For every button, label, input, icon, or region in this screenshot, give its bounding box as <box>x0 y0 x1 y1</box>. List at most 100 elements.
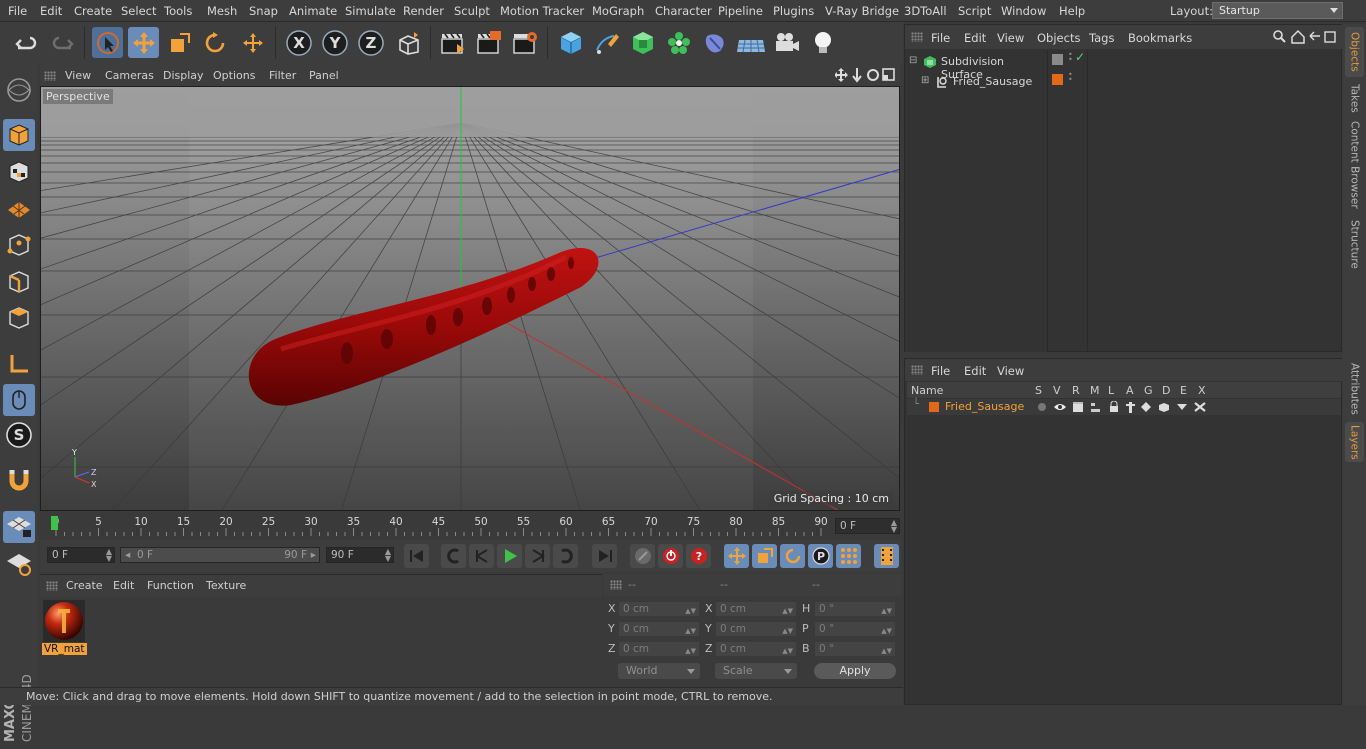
key-parameter-button[interactable]: P <box>808 544 833 568</box>
pos-x-field[interactable]: 0 cm ▲▼ <box>618 601 700 617</box>
coordinate-system-button[interactable] <box>393 27 424 58</box>
viewport-menu-options[interactable]: Options <box>213 69 255 82</box>
column-animation[interactable]: A <box>1126 384 1134 397</box>
x-axis-lock-button[interactable]: X <box>283 27 314 58</box>
previous-key-button[interactable] <box>441 544 466 568</box>
render-settings-button[interactable] <box>509 27 540 58</box>
apply-button[interactable]: Apply <box>814 663 896 679</box>
edges-mode-button[interactable] <box>3 266 35 298</box>
tweak-mode-button[interactable] <box>3 384 35 416</box>
model-mode-button[interactable] <box>3 119 35 151</box>
menu-tools[interactable]: Tools <box>164 4 192 18</box>
tree-item-fried-sausage[interactable]: ⊞ Fried_Sausage <box>909 74 1049 90</box>
material-menu-edit[interactable]: Edit <box>113 579 134 592</box>
pos-y-field[interactable]: 0 cm ▲▼ <box>618 621 700 637</box>
menu-3dtoall[interactable]: 3DToAll <box>904 4 947 18</box>
panel-grip-icon[interactable] <box>610 580 622 590</box>
add-spline-button[interactable] <box>591 27 622 58</box>
column-manager[interactable]: M <box>1090 384 1100 397</box>
size-y-field[interactable]: 0 cm ▲▼ <box>715 621 797 637</box>
menu-mesh[interactable]: Mesh <box>207 4 237 18</box>
key-scale-button[interactable] <box>752 544 777 568</box>
add-floor-button[interactable] <box>735 27 766 58</box>
rot-h-field[interactable]: 0 ° ▲▼ <box>814 601 896 617</box>
layer-menu-file[interactable]: File <box>931 364 950 378</box>
play-button[interactable] <box>497 544 522 568</box>
menu-file[interactable]: File <box>8 4 27 18</box>
material-menu-create[interactable]: Create <box>66 579 103 592</box>
column-expressions[interactable]: E <box>1180 384 1187 397</box>
layout-select[interactable]: Startup <box>1212 2 1343 19</box>
viewport-menu-view[interactable]: View <box>65 69 91 82</box>
pos-z-field[interactable]: 0 cm ▲▼ <box>618 641 700 657</box>
viewport-menu-panel[interactable]: Panel <box>309 69 339 82</box>
collapse-icon[interactable]: ⊟ <box>909 55 917 66</box>
layer-menu-edit[interactable]: Edit <box>964 364 986 378</box>
menu-vray-bridge[interactable]: V-Ray Bridge <box>825 4 899 18</box>
layer-menu-view[interactable]: View <box>997 364 1024 378</box>
key-point-level-button[interactable] <box>836 544 861 568</box>
workplane-lock-button[interactable] <box>3 511 35 543</box>
make-editable-button[interactable] <box>3 74 35 106</box>
rot-p-field[interactable]: 0 ° ▲▼ <box>814 621 896 637</box>
render-to-picture-viewer-button[interactable] <box>473 27 504 58</box>
size-x-field[interactable]: 0 cm ▲▼ <box>715 601 797 617</box>
menu-mograph[interactable]: MoGraph <box>592 4 644 18</box>
material-swatch-vr-mat[interactable]: VR_mat <box>42 599 87 657</box>
object-manager-nav-icons[interactable] <box>1272 29 1340 45</box>
column-solo[interactable]: S <box>1035 384 1042 397</box>
viewport-nav-icons[interactable] <box>835 67 899 83</box>
start-frame-field[interactable]: 0 F ▲ ▼ <box>47 547 115 563</box>
add-light-button[interactable] <box>807 27 838 58</box>
redo-button[interactable] <box>46 27 77 58</box>
layer-row[interactable]: └ Fried_Sausage <box>907 399 1341 415</box>
object-menu-tags[interactable]: Tags <box>1089 31 1114 45</box>
column-render[interactable]: R <box>1072 384 1080 397</box>
move-tool-button[interactable] <box>128 27 159 58</box>
end-frame-field[interactable]: 90 F ▲ ▼ <box>326 547 394 563</box>
timeline-window-button[interactable] <box>874 544 899 568</box>
tab-layers[interactable]: Layers <box>1345 422 1364 462</box>
next-key-button[interactable] <box>553 544 578 568</box>
viewport-menu-filter[interactable]: Filter <box>269 69 296 82</box>
column-xrefs[interactable]: X <box>1198 384 1206 397</box>
go-to-end-button[interactable] <box>592 544 617 568</box>
viewport-menu-cameras[interactable]: Cameras <box>105 69 154 82</box>
rot-b-field[interactable]: 0 ° ▲▼ <box>814 641 896 657</box>
viewport-menu-display[interactable]: Display <box>163 69 204 82</box>
panel-grip-icon[interactable] <box>911 365 923 375</box>
menu-animate[interactable]: Animate <box>289 4 337 18</box>
rotate-tool-button[interactable] <box>199 27 230 58</box>
key-rotation-button[interactable] <box>780 544 805 568</box>
column-deformers[interactable]: D <box>1162 384 1170 397</box>
next-frame-button[interactable] <box>525 544 550 568</box>
add-generator-button[interactable] <box>627 27 658 58</box>
size-mode-dropdown[interactable]: Scale <box>715 663 797 679</box>
column-name[interactable]: Name <box>911 384 943 397</box>
y-axis-lock-button[interactable]: Y <box>319 27 350 58</box>
add-deformer-button[interactable] <box>699 27 730 58</box>
live-selection-button[interactable] <box>92 27 123 58</box>
tab-content-browser[interactable]: Content Browser <box>1345 120 1364 210</box>
menu-help[interactable]: Help <box>1059 4 1085 18</box>
layer-color-icon[interactable] <box>1052 74 1063 85</box>
key-position-button[interactable] <box>724 544 749 568</box>
keyframe-selection-button[interactable] <box>630 544 655 568</box>
autokeying-button[interactable]: ? <box>686 544 711 568</box>
menu-script[interactable]: Script <box>958 4 991 18</box>
column-view[interactable]: V <box>1053 384 1061 397</box>
add-camera-button[interactable] <box>771 27 802 58</box>
menu-motion-tracker[interactable]: Motion Tracker <box>500 4 584 18</box>
preview-range-slider[interactable]: ◂ 0 F 90 F ▸ <box>120 547 320 563</box>
timeline-ruler[interactable]: 051015202530354045505560657075808590 0 F… <box>40 512 902 540</box>
menu-render[interactable]: Render <box>403 4 444 18</box>
object-menu-view[interactable]: View <box>997 31 1024 45</box>
object-menu-bookmarks[interactable]: Bookmarks <box>1128 31 1192 45</box>
object-menu-file[interactable]: File <box>931 31 950 45</box>
object-menu-objects[interactable]: Objects <box>1037 31 1080 45</box>
object-menu-edit[interactable]: Edit <box>964 31 986 45</box>
coordinate-space-dropdown[interactable]: World <box>618 663 700 679</box>
workplane-mode-button[interactable] <box>3 192 35 224</box>
menu-snap[interactable]: Snap <box>249 4 278 18</box>
undo-button[interactable] <box>11 27 42 58</box>
